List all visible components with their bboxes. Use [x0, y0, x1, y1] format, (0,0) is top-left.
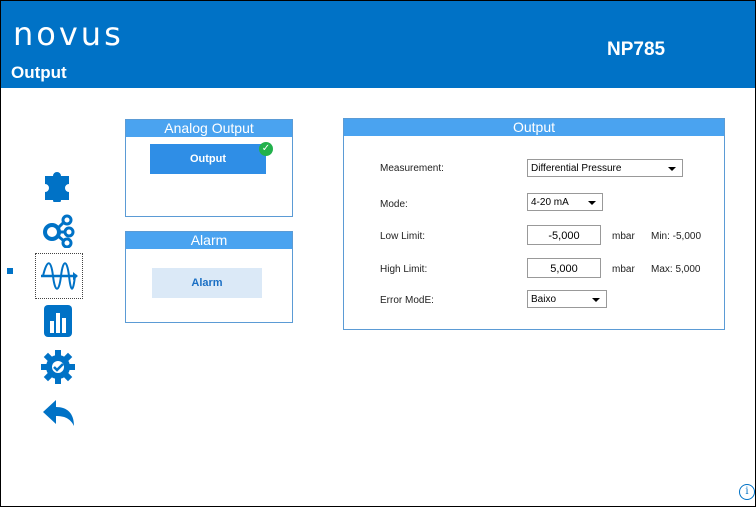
share-network-icon	[43, 214, 75, 248]
chevron-down-icon	[592, 298, 600, 302]
waveform-icon	[41, 262, 78, 290]
sidebar-item-back[interactable]	[35, 391, 81, 435]
mode-label: Mode:	[380, 199, 408, 210]
app-header: novus NP785 Output	[1, 1, 755, 88]
analog-output-button[interactable]: Output	[150, 144, 266, 174]
output-settings-panel: Output Measurement: Differential Pressur…	[343, 118, 725, 330]
novus-logo: novus	[13, 15, 124, 53]
page-title: Output	[11, 63, 67, 82]
low-limit-unit: mbar	[612, 231, 635, 242]
info-icon[interactable]: i	[739, 484, 755, 500]
error-mode-label: Error ModE:	[380, 295, 434, 306]
low-limit-label: Low Limit:	[380, 231, 426, 242]
mode-value: 4-20 mA	[531, 197, 569, 208]
error-mode-value: Baixo	[531, 294, 557, 305]
gear-check-icon	[41, 350, 75, 384]
back-arrow-icon	[43, 400, 74, 426]
device-model: NP785	[607, 39, 666, 60]
measurement-label: Measurement:	[380, 163, 444, 174]
alarm-button[interactable]: Alarm	[152, 268, 262, 298]
measurement-value: Differential Pressure	[531, 163, 622, 174]
measurement-select[interactable]: Differential Pressure	[527, 159, 683, 177]
alarm-card: Alarm Alarm	[125, 231, 293, 323]
low-limit-input[interactable]: -5,000	[527, 225, 601, 245]
sidebar-item-charts[interactable]	[35, 299, 81, 343]
high-limit-input[interactable]: 5,000	[527, 258, 601, 278]
chevron-down-icon	[588, 201, 596, 205]
alarm-title: Alarm	[126, 232, 292, 249]
sidebar	[27, 161, 97, 431]
sidebar-item-configuration[interactable]	[35, 161, 81, 205]
sidebar-item-connections[interactable]	[35, 207, 81, 251]
sidebar-item-settings[interactable]	[35, 345, 81, 389]
output-panel-title: Output	[344, 119, 724, 136]
sidebar-item-output[interactable]	[35, 253, 83, 299]
error-mode-select[interactable]: Baixo	[527, 290, 607, 308]
puzzle-icon	[45, 172, 69, 202]
high-limit-unit: mbar	[612, 264, 635, 275]
high-limit-max: Max: 5,000	[651, 264, 701, 275]
low-limit-min: Min: -5,000	[651, 231, 702, 242]
high-limit-label: High Limit:	[380, 264, 428, 275]
analog-output-card: Analog Output Output ✓	[125, 119, 293, 217]
analog-output-title: Analog Output	[126, 120, 292, 137]
active-indicator	[7, 268, 13, 274]
chevron-down-icon	[668, 167, 676, 171]
app-window: novus NP785 Output Analog Output Output …	[0, 0, 756, 507]
mode-select[interactable]: 4-20 mA	[527, 193, 603, 211]
check-icon: ✓	[259, 142, 273, 156]
bar-chart-icon	[44, 305, 72, 337]
